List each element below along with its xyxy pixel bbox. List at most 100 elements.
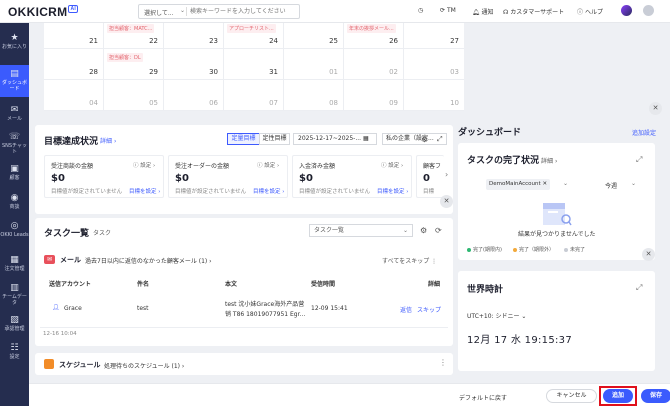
calendar-event[interactable]: 担当顧客：MATC... bbox=[107, 24, 155, 33]
calendar-day[interactable]: 04 bbox=[44, 80, 104, 111]
sidebar-item-label: メール bbox=[6, 116, 22, 122]
mail-icon: ✉ bbox=[44, 255, 55, 264]
avatar[interactable] bbox=[643, 5, 654, 16]
cancel-button[interactable]: キャンセル bbox=[546, 389, 597, 403]
calendar-day[interactable]: 28 bbox=[44, 49, 104, 80]
sidebar-item-sns-chat[interactable]: ☏ SNSチャット bbox=[0, 132, 29, 155]
search-input[interactable] bbox=[190, 6, 290, 17]
refresh-icon[interactable]: ⟳ bbox=[435, 226, 442, 235]
save-button[interactable]: 保存 bbox=[641, 389, 670, 403]
calendar-event[interactable]: 年末の挨拶メール... bbox=[347, 24, 396, 33]
day-number: 26 bbox=[389, 37, 398, 45]
search-scope-select[interactable]: 選択して... bbox=[144, 8, 174, 17]
add-button[interactable]: 追加 bbox=[603, 389, 633, 403]
task-list-select[interactable]: タスク一覧 ⌄ bbox=[309, 224, 413, 237]
account-filter-tag[interactable]: DemoMainAccount ✕ bbox=[486, 179, 551, 190]
table-row[interactable]: 👤︎ Grace test test 沈小妹Grace海外产品营 销 T86 1… bbox=[40, 291, 448, 328]
info-icon: ⓘ bbox=[257, 163, 263, 169]
date-range-value: 2025-12-17~2025-... bbox=[298, 135, 362, 142]
tab-qualitative-goal[interactable]: 定性目標 bbox=[259, 133, 290, 145]
chevron-right-icon: › bbox=[401, 163, 404, 169]
close-icon[interactable]: ✕ bbox=[440, 195, 453, 208]
set-goal-link[interactable]: 目標を設定 › bbox=[129, 187, 160, 195]
task-completion-detail-link[interactable]: 詳細 › bbox=[541, 156, 557, 165]
chevron-down-icon[interactable]: ⌄ bbox=[631, 180, 636, 187]
calendar-day[interactable]: 21 bbox=[44, 23, 104, 49]
set-goal-link[interactable]: 目標を設定 › bbox=[377, 187, 408, 195]
goal-settings[interactable]: ⓘ 設定 › bbox=[257, 161, 279, 169]
skip-link[interactable]: スキップ bbox=[417, 305, 441, 314]
ai-badge: AI bbox=[68, 5, 79, 13]
sidebar-item-settings[interactable]: ☷ 設定 bbox=[0, 343, 29, 360]
calendar-day[interactable]: 06 bbox=[164, 80, 224, 111]
expand-icon[interactable]: ⤢ bbox=[636, 155, 642, 165]
calendar-day[interactable]: 03 bbox=[404, 49, 464, 80]
calendar-event[interactable]: 担当顧客：DL bbox=[107, 53, 143, 62]
help-button[interactable]: ⓘ ヘルプ bbox=[577, 7, 603, 16]
notification-button[interactable]: 🔔︎ 通知 bbox=[472, 7, 494, 16]
sidebar-item-mail[interactable]: ✉ メール bbox=[0, 105, 29, 122]
add-settings-link[interactable]: 追加設定 bbox=[632, 128, 656, 137]
calendar-day[interactable]: 01 bbox=[284, 49, 344, 80]
close-icon[interactable]: ✕ bbox=[649, 102, 662, 115]
more-icon[interactable]: ⋮ bbox=[439, 358, 447, 367]
calendar-day[interactable]: 09 bbox=[344, 80, 404, 111]
calendar-event[interactable]: アプローチリスト... bbox=[227, 24, 276, 33]
ai-assistant-icon[interactable] bbox=[621, 5, 632, 16]
calendar-day[interactable]: 02 bbox=[344, 49, 404, 80]
calendar-day[interactable]: 年末の挨拶メール... 26 bbox=[344, 23, 404, 49]
calendar-day[interactable]: 担当顧客：DL 29 bbox=[104, 49, 164, 80]
schedule-subtitle[interactable]: 処理待ちのスケジュール (1) › bbox=[104, 361, 184, 370]
gear-icon[interactable]: ⚙ bbox=[421, 135, 428, 144]
goal-settings[interactable]: ⓘ 設定 › bbox=[133, 161, 155, 169]
calendar-day[interactable]: 31 bbox=[224, 49, 284, 80]
set-goal-link[interactable]: 目標を設定 › bbox=[253, 187, 284, 195]
close-icon[interactable]: ✕ bbox=[542, 181, 547, 187]
sidebar-item-team-data[interactable]: ▥ チームデータ bbox=[0, 283, 29, 306]
mail-section-subtitle[interactable]: 過去7日以内に返信のなかった顧客メール (1) › bbox=[85, 256, 212, 265]
goal-settings[interactable]: ⓘ 設定 › bbox=[381, 161, 403, 169]
sidebar-item-orders[interactable]: ▦ 注文管理 bbox=[0, 255, 29, 272]
calendar-day[interactable]: 23 bbox=[164, 23, 224, 49]
calendar-day[interactable]: アプローチリスト... 24 bbox=[224, 23, 284, 49]
timezone-select[interactable]: UTC+10: シドニー ⌄ bbox=[467, 311, 526, 320]
calendar-day[interactable]: 05 bbox=[104, 80, 164, 111]
sidebar-item-approval[interactable]: ▧ 承認管理 bbox=[0, 315, 29, 332]
calendar-day[interactable]: 08 bbox=[284, 80, 344, 111]
sidebar-item-okki-leads[interactable]: ◎ OKKI Leads bbox=[0, 221, 29, 238]
chevron-down-icon[interactable]: ⌄ bbox=[180, 7, 185, 14]
calendar-day[interactable]: 27 bbox=[404, 23, 464, 49]
goal-detail-link[interactable]: 詳細 › bbox=[100, 136, 116, 145]
goal-card-note: 目標値が設定されていません bbox=[175, 189, 247, 195]
okki-crm-logo[interactable]: OKKICRM AI bbox=[8, 5, 79, 19]
skip-all-button[interactable]: すべてをスキップ ⋮ bbox=[382, 256, 437, 265]
timer-icon[interactable]: ◷ bbox=[418, 7, 423, 14]
expand-icon[interactable]: ⤢ bbox=[437, 135, 443, 144]
calendar-day[interactable]: 担当顧客：MATC... 22 bbox=[104, 23, 164, 49]
sidebar-item-dashboard[interactable]: ▤ ダッシュボード bbox=[0, 65, 29, 97]
calendar-day[interactable]: 10 bbox=[404, 80, 464, 111]
period-select[interactable]: 今週 bbox=[605, 181, 617, 190]
legend-dot bbox=[467, 247, 471, 252]
footer-bar: デフォルトに戻す キャンセル 追加 保存 bbox=[29, 383, 670, 406]
customer-support-button[interactable]: ☊ カスタマーサポート bbox=[503, 7, 564, 16]
sidebar-item-deals[interactable]: ◉ 商談 bbox=[0, 193, 29, 210]
sidebar-item-favorites[interactable]: ★ お気に入り bbox=[0, 33, 29, 50]
calendar-day[interactable]: 25 bbox=[284, 23, 344, 49]
calendar-day[interactable]: 07 bbox=[224, 80, 284, 111]
reply-link[interactable]: 返信 bbox=[400, 305, 412, 314]
calendar-day[interactable]: 30 bbox=[164, 49, 224, 80]
date-range-picker[interactable]: 2025-12-17~2025-... ▦ bbox=[293, 133, 377, 145]
chevron-down-icon[interactable]: ⌄ bbox=[563, 180, 568, 187]
goal-title: 目標達成状況 bbox=[44, 137, 99, 147]
notification-label: 通知 bbox=[481, 9, 494, 16]
expand-icon[interactable]: ⤢ bbox=[636, 283, 642, 293]
gear-icon[interactable]: ⚙ bbox=[420, 226, 427, 235]
reset-default-button[interactable]: デフォルトに戻す bbox=[459, 393, 507, 402]
tm-button[interactable]: ⟳ TM bbox=[440, 7, 456, 14]
skip-all-label: すべてをスキップ bbox=[382, 258, 430, 265]
close-icon[interactable]: ✕ bbox=[642, 248, 655, 261]
tab-quantitative-goal[interactable]: 定量目標 bbox=[227, 133, 260, 145]
sidebar-item-customer[interactable]: ▣ 顧客 bbox=[0, 164, 29, 181]
chevron-right-icon[interactable]: › bbox=[445, 170, 448, 179]
